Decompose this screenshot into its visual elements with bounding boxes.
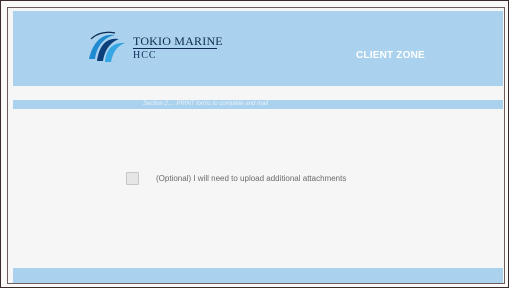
section-label: Section 2.... PRINT forms to complete an… xyxy=(143,101,269,107)
optional-attachments-label[interactable]: (Optional) I will need to upload additio… xyxy=(156,174,346,183)
outer-frame: TOKIO MARINE HCC CLIENT ZONE Section 2..… xyxy=(0,0,509,288)
form-content: (Optional) I will need to upload additio… xyxy=(13,109,503,269)
page-frame: TOKIO MARINE HCC CLIENT ZONE Section 2..… xyxy=(7,7,505,284)
logo-text-tokio-marine: TOKIO MARINE xyxy=(133,34,223,48)
logo-text-hcc: HCC xyxy=(133,50,157,61)
header-banner: TOKIO MARINE HCC CLIENT ZONE xyxy=(13,11,503,86)
section-header-bar: Section 2.... PRINT forms to complete an… xyxy=(13,100,503,109)
footer-bar xyxy=(13,268,503,283)
client-zone-title: CLIENT ZONE xyxy=(356,50,425,61)
tokio-marine-logo-icon xyxy=(89,31,125,62)
logo-divider xyxy=(133,48,217,49)
optional-attachments-checkbox[interactable] xyxy=(126,172,139,185)
tokio-marine-hcc-logo: TOKIO MARINE HCC xyxy=(85,25,275,71)
